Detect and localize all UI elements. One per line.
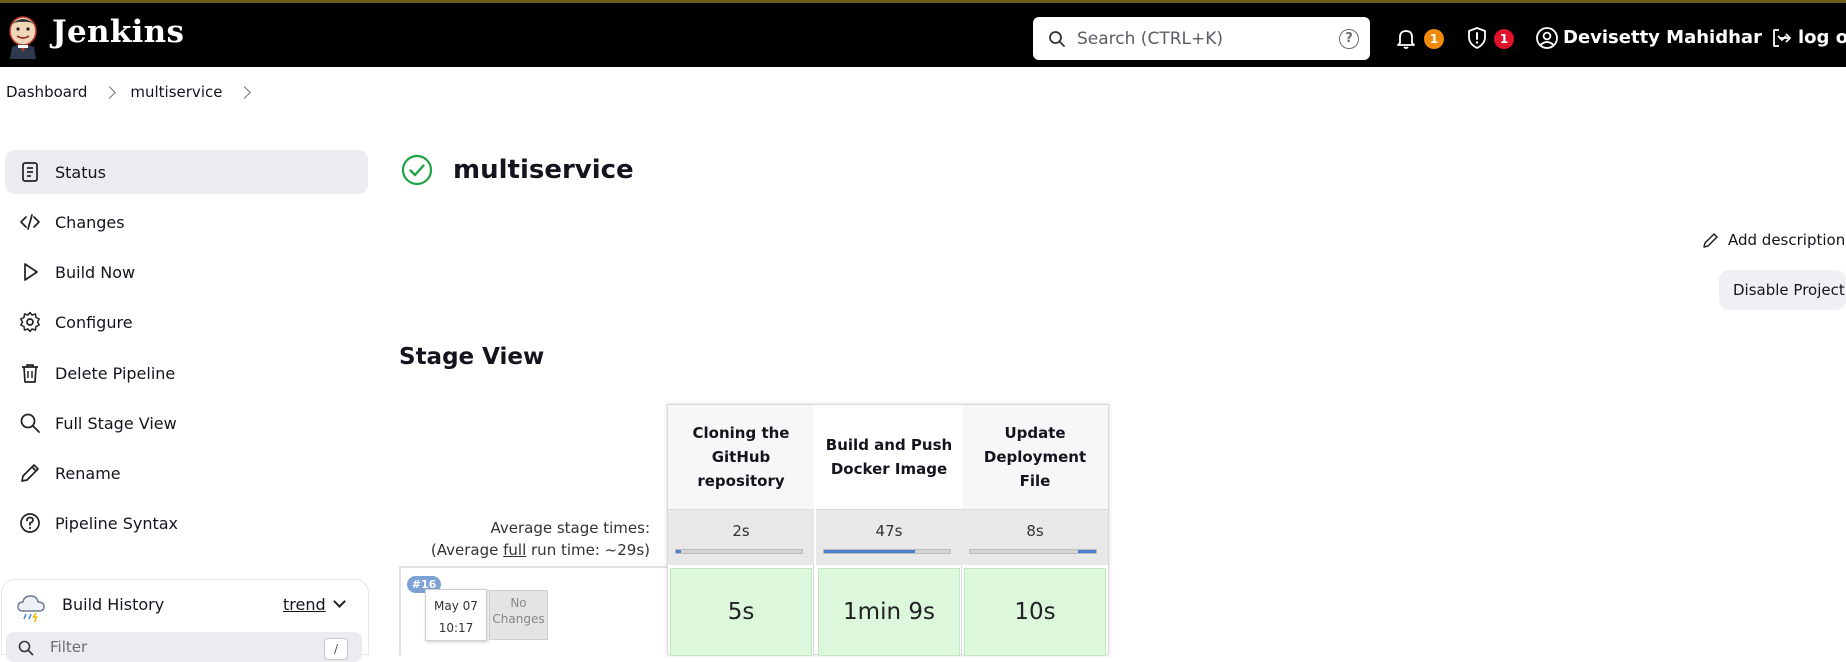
notifications-badge: 1 [1424, 29, 1444, 49]
stage-average-bar [969, 549, 1097, 554]
user-menu[interactable]: Devisetty Mahidhar [1563, 27, 1788, 48]
stage-view-heading: Stage View [399, 344, 545, 370]
stage-average-bar-fill [676, 550, 681, 553]
search-icon [18, 640, 34, 656]
stage-result-cell[interactable]: 1min 9s [818, 568, 960, 656]
trash-icon [22, 364, 38, 383]
stage-column: Cloning the GitHub repository 2s 5s [668, 405, 814, 656]
build-row-divider [399, 566, 667, 568]
stage-column: Build and Push Docker Image 47s 1min 9s [816, 405, 962, 656]
average-full-run-time: (Average full run time: ~29s) [380, 541, 650, 559]
build-row-border [399, 568, 401, 655]
sidebar-item-label: Delete Pipeline [55, 363, 176, 383]
build-time: 10:17 [438, 621, 474, 635]
build-history-panel: Build History trend / [1, 579, 369, 662]
gear-icon [20, 311, 40, 333]
search-box[interactable]: ? [1033, 17, 1370, 60]
filter-shortcut-key: / [324, 638, 348, 660]
breadcrumb-dashboard[interactable]: Dashboard [6, 83, 87, 101]
average-full-prefix: (Average [430, 541, 504, 559]
stage-average-cell: 2s [668, 509, 814, 565]
stage-column: Update Deployment File 8s 10s [962, 405, 1108, 656]
sidebar-item-delete-pipeline[interactable]: Delete Pipeline [5, 351, 368, 395]
pencil-icon [1703, 233, 1718, 248]
chevron-down-icon[interactable] [333, 595, 346, 608]
sidebar-item-full-stage-view[interactable]: Full Stage View [5, 401, 368, 445]
stage-header: Cloning the GitHub repository [668, 405, 814, 509]
add-description-label: Add description [1728, 231, 1846, 249]
search-icon [1049, 31, 1065, 47]
sidebar-item-configure[interactable]: Configure [5, 300, 368, 344]
stage-average-cell: 8s [962, 509, 1108, 565]
average-stage-times-label: Average stage times: [490, 519, 650, 537]
search-input[interactable] [1077, 17, 1327, 60]
sidebar-item-label: Rename [55, 463, 121, 483]
full-run-link[interactable]: full [503, 541, 526, 559]
sidebar-item-changes[interactable]: Changes [5, 200, 368, 244]
bell-icon[interactable] [1394, 26, 1418, 50]
stage-average-bar [823, 549, 951, 554]
breadcrumb-separator-icon [103, 85, 117, 99]
document-icon [22, 162, 38, 182]
pencil-icon [21, 464, 39, 482]
build-history-title: Build History [62, 595, 165, 614]
stage-average-time: 47s [875, 522, 903, 540]
stage-header: Build and Push Docker Image [816, 405, 962, 509]
build-date-box[interactable]: May 07 10:17 [425, 589, 487, 641]
user-name: Devisetty Mahidhar [1563, 27, 1762, 48]
code-icon [20, 214, 40, 230]
help-circle-icon [20, 513, 40, 533]
stage-average-bar-fill [824, 550, 915, 553]
stage-average-bar-fill [1078, 550, 1096, 553]
play-icon [24, 263, 38, 281]
search-icon [20, 413, 40, 433]
sidebar-item-rename[interactable]: Rename [5, 451, 368, 495]
user-icon[interactable] [1535, 26, 1559, 50]
breadcrumb-multiservice[interactable]: multiservice [130, 83, 222, 101]
sidebar-item-label: Full Stage View [55, 413, 177, 433]
build-filter[interactable]: / [6, 632, 362, 662]
stage-header: Update Deployment File [962, 405, 1108, 509]
stage-result-cell[interactable]: 5s [670, 568, 812, 656]
no-changes-box[interactable]: No Changes [489, 590, 548, 640]
build-date: May 07 [434, 599, 478, 613]
success-check-icon [401, 154, 433, 186]
page-title: multiservice [453, 155, 634, 185]
breadcrumb-separator-icon[interactable] [238, 85, 252, 99]
sidebar-item-label: Changes [55, 212, 125, 232]
top-header: Jenkins ? 1 1 Devisetty Mahidhar log ou [0, 0, 1846, 67]
average-full-suffix: run time: ~29s) [526, 541, 650, 559]
security-badge: 1 [1494, 29, 1514, 49]
stage-average-time: 8s [1026, 522, 1044, 540]
sidebar-item-build-now[interactable]: Build Now [5, 250, 368, 294]
brand-name[interactable]: Jenkins [52, 14, 184, 50]
sidebar-item-status[interactable]: Status [5, 150, 368, 194]
stage-view-table: Cloning the GitHub repository 2s 5s Buil… [667, 404, 1109, 656]
sidebar-item-label: Configure [55, 312, 133, 332]
shield-icon[interactable] [1465, 26, 1489, 50]
stage-result-cell[interactable]: 10s [964, 568, 1106, 656]
sidebar-item-pipeline-syntax[interactable]: Pipeline Syntax [5, 501, 368, 545]
trend-link[interactable]: trend [283, 595, 326, 614]
stage-average-bar [675, 549, 803, 554]
sidebar-item-label: Build Now [55, 262, 136, 282]
add-description-link[interactable]: Add description [1702, 231, 1845, 249]
jenkins-logo-icon[interactable] [6, 15, 40, 59]
stage-average-time: 2s [732, 522, 750, 540]
sidebar-item-label: Status [55, 162, 106, 182]
breadcrumb: Dashboard multiservice [6, 83, 265, 101]
stage-average-cell: 47s [816, 509, 962, 565]
logout-link[interactable]: log ou [1798, 27, 1846, 48]
logout-icon[interactable] [1769, 26, 1793, 50]
sidebar-item-label: Pipeline Syntax [55, 513, 179, 533]
search-help-icon[interactable]: ? [1339, 29, 1359, 49]
disable-project-button[interactable]: Disable Project [1719, 270, 1846, 310]
weather-cloud-icon [17, 595, 45, 623]
